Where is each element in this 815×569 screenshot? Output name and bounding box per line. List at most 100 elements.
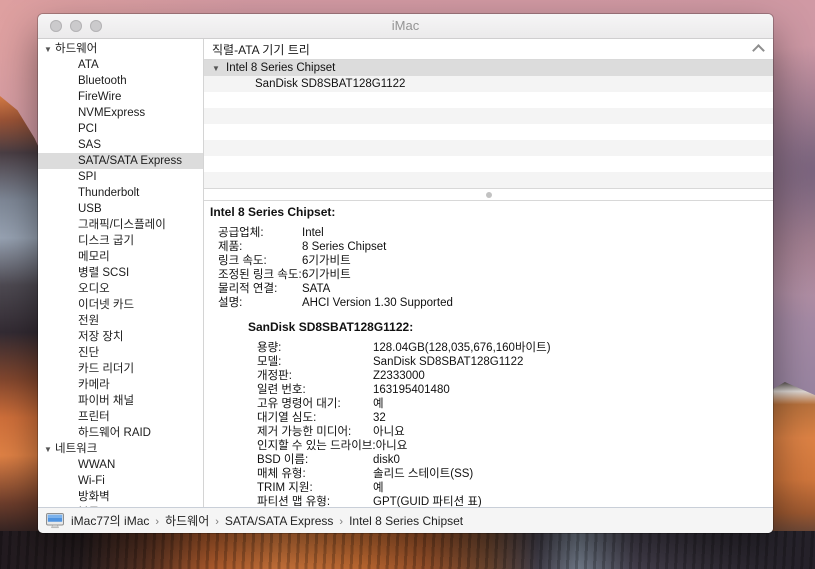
window-body: ▼하드웨어ATABluetoothFireWireNVMExpressPCISA… xyxy=(38,39,773,507)
details-row: 대기열 심도:32 xyxy=(204,411,773,425)
sidebar-item[interactable]: 병렬 SCSI xyxy=(38,265,203,281)
sidebar-item[interactable]: 카메라 xyxy=(38,377,203,393)
sidebar-item[interactable]: 파이버 채널 xyxy=(38,393,203,409)
details-row: 제거 가능한 미디어:아니요 xyxy=(204,425,773,439)
details-section-title: Intel 8 Series Chipset: xyxy=(210,205,773,219)
window-title: iMac xyxy=(38,14,773,38)
details-label: 인지할 수 있는 드라이브: xyxy=(257,439,376,453)
sidebar-item[interactable]: 하드웨어 RAID xyxy=(38,425,203,441)
sidebar-group[interactable]: ▼하드웨어 xyxy=(38,41,203,57)
sidebar-item[interactable]: 프린터 xyxy=(38,409,203,425)
details-row: 개정판:Z2333000 xyxy=(204,369,773,383)
details-row: TRIM 지원:예 xyxy=(204,481,773,495)
sidebar-item[interactable]: Wi-Fi xyxy=(38,473,203,489)
details-value: disk0 xyxy=(373,453,773,467)
details-label: 일련 번호: xyxy=(257,383,373,397)
computer-icon xyxy=(46,513,64,529)
collapse-chevron-icon[interactable] xyxy=(752,44,765,57)
sidebar-item[interactable]: FireWire xyxy=(38,89,203,105)
details-row: 제품:8 Series Chipset xyxy=(204,240,773,254)
tree-row-empty xyxy=(204,156,773,172)
sidebar-item[interactable]: SAS xyxy=(38,137,203,153)
details-value: AHCI Version 1.30 Supported xyxy=(302,296,773,310)
tree-row-empty xyxy=(204,172,773,188)
sidebar-item[interactable]: Bluetooth xyxy=(38,73,203,89)
sidebar-item[interactable]: ATA xyxy=(38,57,203,73)
sidebar: ▼하드웨어ATABluetoothFireWireNVMExpressPCISA… xyxy=(38,39,204,507)
sidebar-item[interactable]: NVMExpress xyxy=(38,105,203,121)
details-pane: Intel 8 Series Chipset: 공급업체:Intel제품:8 Se… xyxy=(204,201,773,507)
details-section: SanDisk SD8SBAT128G1122:용량:128.04GB(128,… xyxy=(204,320,773,507)
sidebar-item[interactable]: 메모리 xyxy=(38,249,203,265)
details-label: 물리적 연결: xyxy=(218,282,302,296)
disclosure-triangle-icon[interactable]: ▼ xyxy=(44,442,55,458)
resize-dot-icon xyxy=(486,192,492,198)
sidebar-group[interactable]: ▼네트워크 xyxy=(38,441,203,457)
breadcrumb-separator-icon: › xyxy=(210,516,224,528)
details-row: 공급업체:Intel xyxy=(204,226,773,240)
details-row: BSD 이름:disk0 xyxy=(204,453,773,467)
details-row: 링크 속도:6기가비트 xyxy=(204,254,773,268)
disclosure-triangle-icon[interactable]: ▼ xyxy=(212,61,226,77)
details-label: 링크 속도: xyxy=(218,254,302,268)
details-label: 설명: xyxy=(218,296,302,310)
details-value: 32 xyxy=(373,411,773,425)
sidebar-item[interactable]: USB xyxy=(38,201,203,217)
sidebar-item[interactable]: 오디오 xyxy=(38,281,203,297)
breadcrumb-separator-icon: › xyxy=(334,516,348,528)
sidebar-item[interactable]: 방화벽 xyxy=(38,489,203,505)
details-value: 8 Series Chipset xyxy=(302,240,773,254)
tree-row-label: Intel 8 Series Chipset xyxy=(226,62,335,74)
tree-header: 직렬-ATA 기기 트리 xyxy=(204,39,773,60)
sidebar-item[interactable]: 저장 장치 xyxy=(38,329,203,345)
details-row: 고유 명령어 대기:예 xyxy=(204,397,773,411)
tree-row[interactable]: SanDisk SD8SBAT128G1122 xyxy=(204,76,773,92)
sidebar-item[interactable]: SPI xyxy=(38,169,203,185)
sidebar-item[interactable]: 전원 xyxy=(38,313,203,329)
details-label: 개정판: xyxy=(257,369,373,383)
tree-row-label: SanDisk SD8SBAT128G1122 xyxy=(212,78,405,90)
details-value: SanDisk SD8SBAT128G1122 xyxy=(373,355,773,369)
sidebar-item[interactable]: WWAN xyxy=(38,457,203,473)
details-value: GPT(GUID 파티션 표) xyxy=(373,495,773,507)
sidebar-item[interactable]: SATA/SATA Express xyxy=(38,153,203,169)
details-value: 6기가비트 xyxy=(302,268,773,282)
details-value: 솔리드 스테이트(SS) xyxy=(373,467,773,481)
details-label: 대기열 심도: xyxy=(257,411,373,425)
details-value: 예 xyxy=(373,397,773,411)
sidebar-item[interactable]: 카드 리더기 xyxy=(38,361,203,377)
sidebar-item[interactable]: 진단 xyxy=(38,345,203,361)
details-label: 용량: xyxy=(257,341,373,355)
sidebar-group-label: 하드웨어 xyxy=(55,43,97,55)
sidebar-item[interactable]: 디스크 굽기 xyxy=(38,233,203,249)
breadcrumb-item: Intel 8 Series Chipset xyxy=(348,514,464,528)
details-row: 조정된 링크 속도:6기가비트 xyxy=(204,268,773,282)
details-row: 물리적 연결:SATA xyxy=(204,282,773,296)
breadcrumb: iMac77의 iMac›하드웨어›SATA/SATA Express›Inte… xyxy=(70,512,464,529)
breadcrumb-bar: iMac77의 iMac›하드웨어›SATA/SATA Express›Inte… xyxy=(38,507,773,533)
wallpaper-mountain-bottom xyxy=(0,531,815,569)
breadcrumb-separator-icon: › xyxy=(150,516,164,528)
details-label: TRIM 지원: xyxy=(257,481,373,495)
titlebar[interactable]: iMac xyxy=(38,14,773,39)
details-label: 모델: xyxy=(257,355,373,369)
details-row: 파티션 맵 유형:GPT(GUID 파티션 표) xyxy=(204,495,773,507)
tree-header-title: 직렬-ATA 기기 트리 xyxy=(212,41,310,58)
details-section-title: SanDisk SD8SBAT128G1122: xyxy=(248,320,773,334)
details-label: BSD 이름: xyxy=(257,453,373,467)
details-value: Z2333000 xyxy=(373,369,773,383)
details-value: 아니요 xyxy=(373,425,773,439)
sidebar-item[interactable]: Thunderbolt xyxy=(38,185,203,201)
pane-resize-handle[interactable] xyxy=(204,188,773,201)
details-row: 설명:AHCI Version 1.30 Supported xyxy=(204,296,773,310)
details-label: 고유 명령어 대기: xyxy=(257,397,373,411)
system-information-window: iMac ▼하드웨어ATABluetoothFireWireNVMExpress… xyxy=(38,14,773,533)
tree-row[interactable]: ▼Intel 8 Series Chipset xyxy=(204,60,773,76)
details-value: 예 xyxy=(373,481,773,495)
details-row: 인지할 수 있는 드라이브:아니요 xyxy=(204,439,773,453)
disclosure-triangle-icon[interactable]: ▼ xyxy=(44,42,55,58)
sidebar-item[interactable]: 이더넷 카드 xyxy=(38,297,203,313)
sidebar-group-label: 네트워크 xyxy=(55,443,97,455)
sidebar-item[interactable]: 그래픽/디스플레이 xyxy=(38,217,203,233)
sidebar-item[interactable]: PCI xyxy=(38,121,203,137)
